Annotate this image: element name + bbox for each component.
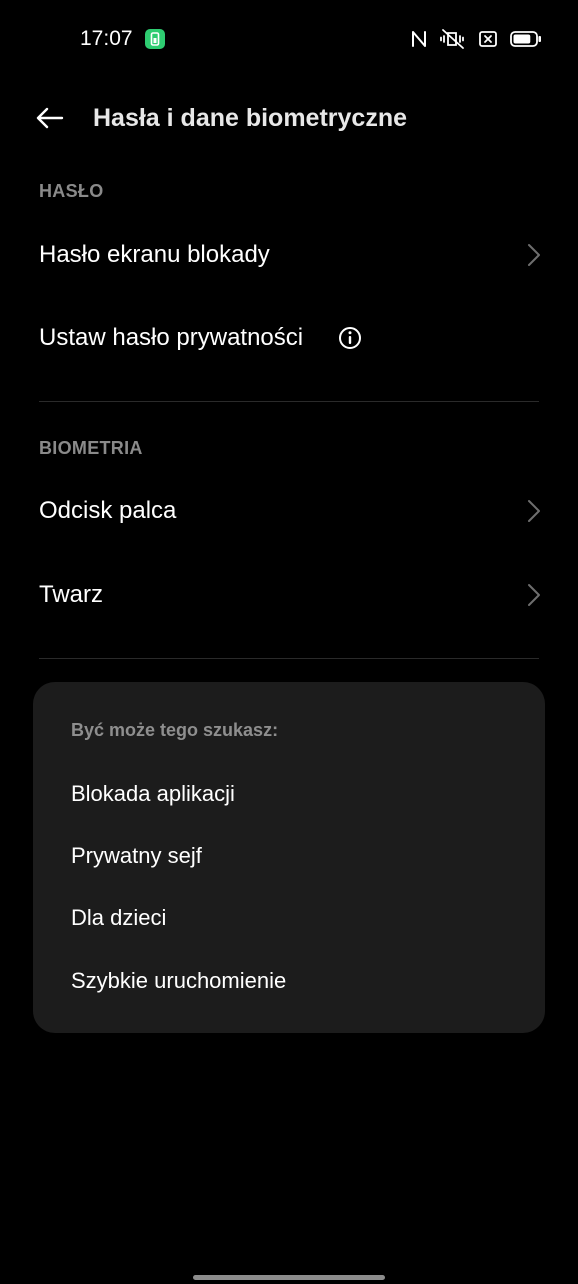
suggestions-title: Być może tego szukasz: [71,720,279,740]
fingerprint-item[interactable]: Odcisk palca [0,471,578,551]
divider [39,658,539,659]
info-icon[interactable] [338,326,362,350]
vibrate-off-icon [440,28,466,50]
sim-off-icon [478,29,498,49]
suggestion-kids-space[interactable]: Dla dzieci [71,904,166,932]
page-title: Hasła i dane biometryczne [93,104,408,132]
chevron-right-icon [528,244,540,266]
home-indicator[interactable] [193,1275,385,1280]
back-button[interactable] [30,98,70,138]
toolbar: Hasła i dane biometryczne [0,86,578,150]
row-label: Twarz [39,581,104,608]
suggestion-app-lock[interactable]: Blokada aplikacji [71,780,235,808]
chevron-right-icon [528,500,540,522]
lock-screen-password-item[interactable]: Hasło ekranu blokady [0,215,578,295]
status-time: 17:07 [80,27,133,50]
status-bar: 17:07 [0,0,578,78]
divider [39,401,539,402]
arrow-left-icon [36,107,64,129]
privacy-password-item[interactable]: Ustaw hasło prywatności [0,298,578,378]
chevron-right-icon [528,584,540,606]
section-header-password: HASŁO [39,181,104,201]
battery-icon [510,30,542,48]
suggestion-quick-launch[interactable]: Szybkie uruchomienie [71,967,286,995]
row-label: Odcisk palca [39,497,177,524]
status-icons [410,26,542,52]
suggestion-private-safe[interactable]: Prywatny sejf [71,842,202,870]
row-label: Ustaw hasło prywatności [39,324,304,351]
suggestions-card: Być może tego szukasz: Blokada aplikacji… [33,682,545,1033]
row-label: Hasło ekranu blokady [39,241,270,268]
notification-app-icon [145,29,165,49]
section-header-biometrics: BIOMETRIA [39,438,143,458]
nfc-icon [410,29,428,49]
face-item[interactable]: Twarz [0,555,578,635]
